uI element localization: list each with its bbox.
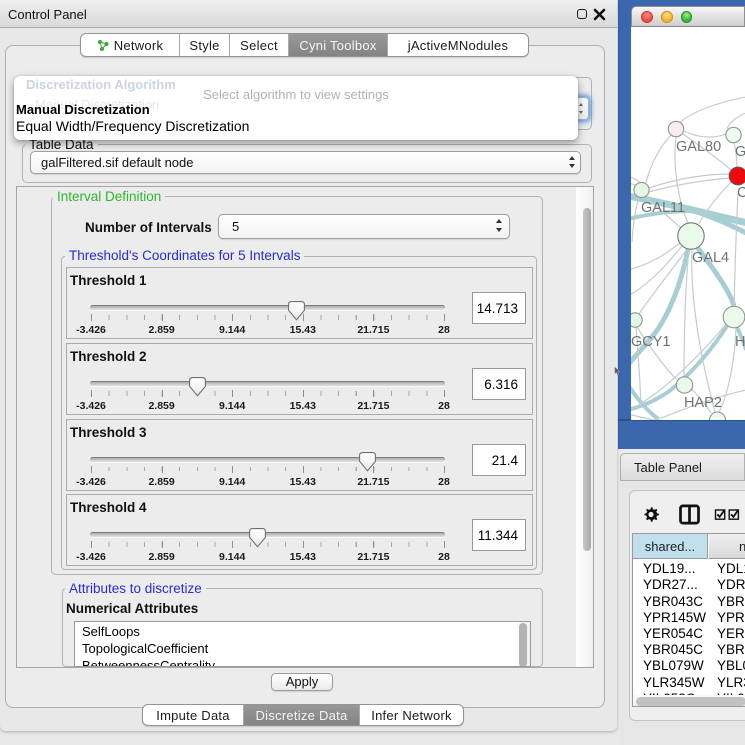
svg-text:GAL4: GAL4 <box>692 250 729 266</box>
svg-text:GA: GA <box>735 144 745 160</box>
svg-text:HA: HA <box>735 334 745 350</box>
svg-text:GAL11: GAL11 <box>641 200 685 216</box>
svg-text:GCY1: GCY1 <box>631 334 671 350</box>
svg-text:GAL80: GAL80 <box>676 139 721 155</box>
svg-text:CY: CY <box>737 185 745 201</box>
svg-text:HAP2: HAP2 <box>684 395 722 411</box>
